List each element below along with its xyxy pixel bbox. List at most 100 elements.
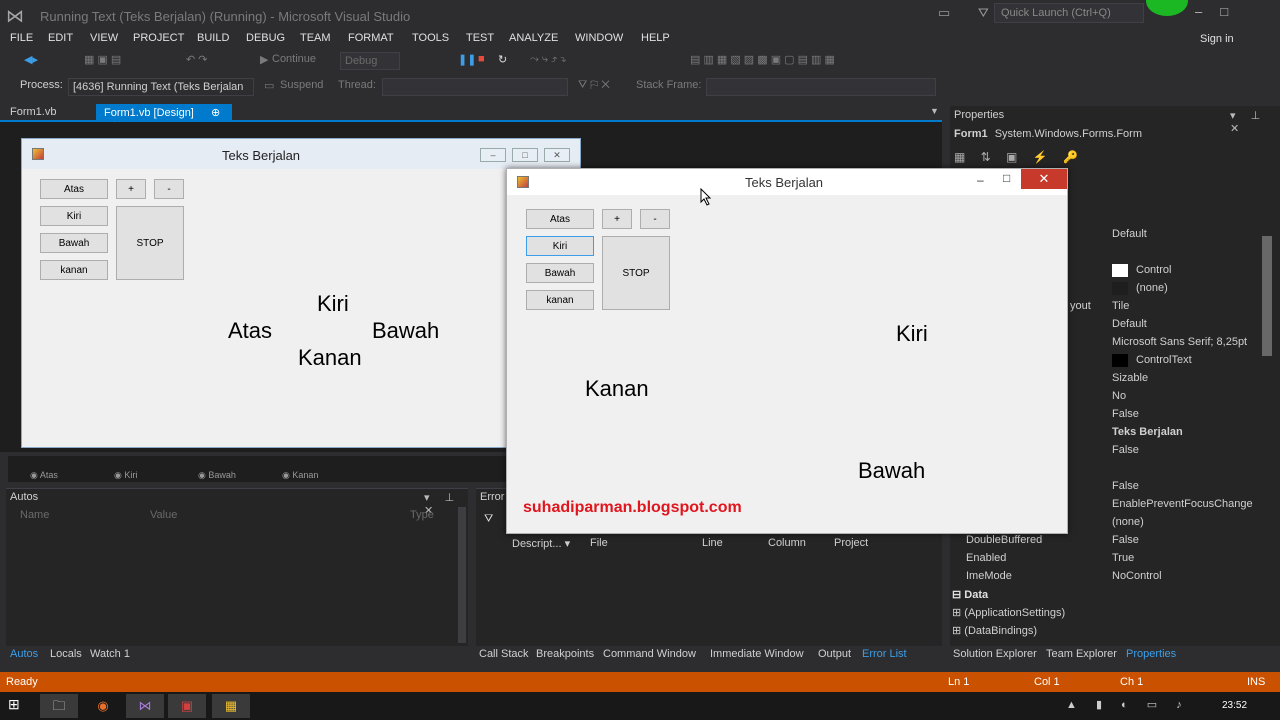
stop-button[interactable]: STOP — [116, 206, 184, 280]
thread-dropdown[interactable] — [382, 78, 568, 96]
kanan-button[interactable]: kanan — [526, 290, 594, 310]
running-form-window[interactable]: Teks Berjalan – □ ✕ Atas Kiri Bawah kana… — [506, 168, 1068, 534]
feedback-icons[interactable]: ▭ ⛛ — [938, 5, 1001, 21]
tab-immediate-window[interactable]: Immediate Window — [710, 648, 804, 660]
properties-toolbar[interactable]: ▦ ⇅ ▣ ⚡ 🔑 — [954, 150, 1084, 164]
object-selector[interactable]: Form1 System.Windows.Forms.Form — [954, 128, 1142, 140]
bawah-button[interactable]: Bawah — [40, 233, 108, 253]
tab-overflow-icon[interactable]: ▼ — [930, 106, 939, 116]
properties-scrollbar[interactable] — [1262, 236, 1272, 356]
property-category-data[interactable]: ⊟ Data — [950, 586, 1262, 604]
property-row[interactable]: DoubleBuffered False — [950, 532, 1262, 550]
thread-filter-icons[interactable]: ⛛ ⚐ ✕ — [578, 79, 610, 92]
window-controls[interactable]: –□ — [1195, 4, 1246, 19]
close-icon[interactable]: ✕ — [1021, 169, 1067, 189]
err-col-line[interactable]: Line — [702, 537, 723, 549]
designer-form[interactable]: Teks Berjalan – □ ✕ Atas Kiri Bawah kana… — [21, 138, 581, 448]
tab-team-explorer[interactable]: Team Explorer — [1046, 648, 1117, 660]
tab-output[interactable]: Output — [818, 648, 851, 660]
tab-form1-vb[interactable]: Form1.vb — [2, 104, 64, 121]
menu-format[interactable]: FORMAT — [348, 32, 394, 44]
tab-autos[interactable]: Autos — [10, 648, 38, 660]
file-icons[interactable]: ▦ ▣ ▤ — [84, 53, 121, 66]
continue-button[interactable]: Continue — [272, 53, 316, 65]
bawah-button[interactable]: Bawah — [526, 263, 594, 283]
menu-project[interactable]: PROJECT — [133, 32, 184, 44]
continue-icon[interactable]: ▶ — [260, 53, 268, 66]
minus-button[interactable]: - — [640, 209, 670, 229]
pause-icon[interactable]: ❚❚ — [458, 53, 476, 66]
navigate-back-icon[interactable]: ◀▸ — [24, 53, 38, 66]
step-icons[interactable]: ⤳ ⤷ ⤴ ⤵ — [530, 53, 566, 66]
kiri-button[interactable]: Kiri — [40, 206, 108, 226]
clock[interactable]: 23:52 — [1222, 700, 1247, 711]
undo-icon[interactable]: ↶ ↷ — [186, 53, 208, 66]
tab-command-window[interactable]: Command Window — [603, 648, 696, 660]
minus-button[interactable]: - — [154, 179, 184, 199]
stack-frame-dropdown[interactable] — [706, 78, 936, 96]
config-dropdown[interactable]: Debug — [340, 52, 400, 70]
visual-studio-icon[interactable]: ⋈ — [126, 694, 164, 718]
menu-tools[interactable]: TOOLS — [412, 32, 449, 44]
property-row[interactable]: ImeMode NoControl — [950, 568, 1262, 586]
tab-form1-design[interactable]: Form1.vb [Design] ⊕ ✕ — [96, 104, 232, 132]
app-icon[interactable]: ▣ — [168, 694, 206, 718]
menu-test[interactable]: TEST — [466, 32, 494, 44]
file-explorer-icon[interactable]: 🗀 — [40, 694, 78, 718]
sign-in-link[interactable]: Sign in — [1200, 33, 1234, 45]
menu-view[interactable]: VIEW — [90, 32, 118, 44]
suspend-button[interactable]: Suspend — [280, 79, 323, 91]
atas-button[interactable]: Atas — [40, 179, 108, 199]
menu-team[interactable]: TEAM — [300, 32, 331, 44]
menu-analyze[interactable]: ANALYZE — [509, 32, 558, 44]
tab-properties[interactable]: Properties — [1126, 648, 1176, 660]
plus-button[interactable]: + — [116, 179, 146, 199]
property-row[interactable]: Enabled True — [950, 550, 1262, 568]
pin-icon[interactable]: ⊕ — [211, 107, 220, 119]
property-row[interactable]: ⊞ (ApplicationSettings) — [950, 604, 1262, 622]
kanan-button[interactable]: kanan — [40, 260, 108, 280]
err-col-project[interactable]: Project — [834, 537, 868, 549]
windows-start-icon[interactable]: ⊞ — [8, 696, 20, 713]
kiri-button[interactable]: Kiri — [526, 236, 594, 256]
suspend-icon[interactable]: ▭ — [264, 79, 274, 92]
timer-atas[interactable]: ◉ Atas — [30, 470, 58, 481]
tab-call-stack[interactable]: Call Stack — [479, 648, 529, 660]
menu-debug[interactable]: DEBUG — [246, 32, 285, 44]
blog-link[interactable]: suhadiparman.blogspot.com — [523, 499, 742, 517]
atas-button[interactable]: Atas — [526, 209, 594, 229]
menu-help[interactable]: HELP — [641, 32, 670, 44]
running-form-titlebar[interactable]: Teks Berjalan – □ ✕ — [507, 169, 1067, 195]
maximize-icon[interactable]: □ — [1003, 171, 1010, 185]
menu-build[interactable]: BUILD — [197, 32, 229, 44]
tab-locals[interactable]: Locals — [50, 648, 82, 660]
firefox-icon[interactable]: ◉ — [84, 694, 122, 718]
err-col-column[interactable]: Column — [768, 537, 806, 549]
timer-kanan[interactable]: ◉ Kanan — [282, 470, 318, 481]
menu-window[interactable]: WINDOW — [575, 32, 623, 44]
tab-solution-explorer[interactable]: Solution Explorer — [953, 648, 1037, 660]
timer-bawah[interactable]: ◉ Bawah — [198, 470, 236, 481]
pane-controls[interactable]: ▾ ⊥ ✕ — [1230, 109, 1280, 135]
minimize-icon[interactable]: – — [977, 173, 984, 187]
system-tray-icons[interactable]: ▲ ▮ ◐ ▭ ♪ — [1066, 698, 1190, 711]
layout-icons[interactable]: ▤ ▥ ▦ ▧ ▨ ▩ ▣ ▢ ▤ ▥ ▦ — [690, 53, 835, 66]
filter-icon[interactable]: ⛛ — [484, 513, 493, 526]
err-col-description[interactable]: Descript... ▾ — [512, 537, 570, 550]
autos-scrollbar[interactable] — [458, 507, 466, 643]
property-row[interactable]: ⊞ (DataBindings) — [950, 622, 1262, 640]
quick-launch-input[interactable]: Quick Launch (Ctrl+Q) — [994, 3, 1144, 23]
tab-breakpoints[interactable]: Breakpoints — [536, 648, 594, 660]
stop-icon[interactable]: ■ — [478, 53, 485, 65]
err-col-file[interactable]: File — [590, 537, 608, 549]
process-dropdown[interactable]: [4636] Running Text (Teks Berjalan — [68, 78, 254, 96]
stop-button[interactable]: STOP — [602, 236, 670, 310]
tab-error-list[interactable]: Error List — [862, 648, 907, 660]
menu-edit[interactable]: EDIT — [48, 32, 73, 44]
plus-button[interactable]: + — [602, 209, 632, 229]
restart-icon[interactable]: ↻ — [498, 53, 507, 66]
timer-kiri[interactable]: ◉ Kiri — [114, 470, 137, 481]
running-form-task-icon[interactable]: ▦ — [212, 694, 250, 718]
menu-file[interactable]: FILE — [10, 32, 33, 44]
tab-watch1[interactable]: Watch 1 — [90, 648, 130, 660]
